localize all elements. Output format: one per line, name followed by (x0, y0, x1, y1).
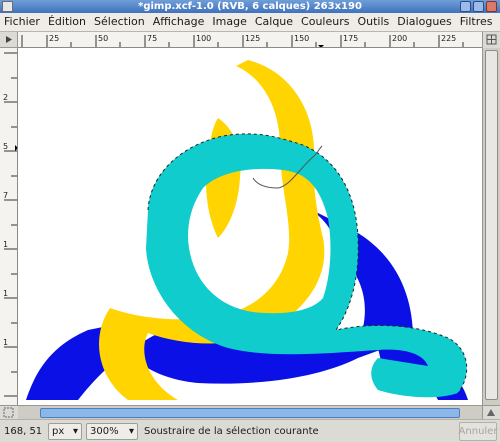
vruler-label-50: 5 (3, 142, 8, 151)
hruler-label-75: 75 (147, 34, 157, 43)
menu-image[interactable]: Image (208, 13, 250, 31)
pointer-coords: 168, 51 (4, 425, 43, 437)
status-bar: 168, 51 px ▾ 300% ▾ Soustraire de la sél… (0, 419, 500, 442)
dropdown-icon: ▾ (72, 425, 78, 437)
hruler-label-100: 100 (196, 34, 211, 43)
close-icon[interactable] (486, 1, 497, 12)
vertical-ruler[interactable]: 2 5 7 1 1 1 (0, 48, 18, 405)
horizontal-scrollbar[interactable] (18, 405, 482, 419)
horizontal-scroll-thumb[interactable] (40, 408, 460, 418)
hruler-label-50: 50 (98, 34, 108, 43)
horizontal-ruler[interactable]: 25 50 75 100 125 150 175 200 225 (18, 32, 482, 48)
vruler-label-125: 1 (3, 289, 8, 298)
cancel-button[interactable]: Annuler (459, 421, 497, 441)
quickmask-icon[interactable] (0, 405, 18, 419)
dropdown-icon: ▾ (128, 425, 134, 437)
hruler-label-225: 225 (441, 34, 456, 43)
image-canvas[interactable] (18, 48, 482, 405)
window-menu-icon[interactable] (2, 1, 13, 12)
vruler-label-150: 1 (3, 338, 8, 347)
vruler-label-25: 2 (3, 93, 8, 102)
unit-select[interactable]: px ▾ (48, 422, 82, 440)
title-bar: *gimp.xcf-1.0 (RVB, 6 calques) 263x190 (0, 0, 500, 13)
maximize-icon[interactable] (473, 1, 484, 12)
menu-calque[interactable]: Calque (251, 13, 297, 31)
menu-outils[interactable]: Outils (353, 13, 393, 31)
menu-affichage[interactable]: Affichage (149, 13, 209, 31)
hruler-label-125: 125 (245, 34, 260, 43)
hruler-label-200: 200 (392, 34, 407, 43)
menu-couleurs[interactable]: Couleurs (297, 13, 353, 31)
window-title: *gimp.xcf-1.0 (RVB, 6 calques) 263x190 (138, 1, 362, 12)
vertical-scroll-thumb[interactable] (485, 50, 498, 400)
zoom-select[interactable]: 300% ▾ (86, 422, 138, 440)
menu-edition[interactable]: Édition (44, 13, 90, 31)
hruler-label-150: 150 (294, 34, 309, 43)
zoom-nav-icon[interactable] (482, 405, 500, 419)
zoom-select-value: 300% (90, 425, 119, 437)
status-message: Soustraire de la sélection courante (144, 425, 319, 437)
menu-fichier[interactable]: Fichier (0, 13, 44, 31)
menu-filtres[interactable]: Filtres (456, 13, 497, 31)
vruler-label-100: 1 (3, 240, 8, 249)
hruler-label-175: 175 (343, 34, 358, 43)
ruler-menu-icon[interactable] (0, 32, 18, 48)
menu-bar: Fichier Édition Sélection Affichage Imag… (0, 13, 500, 32)
vertical-scrollbar[interactable] (482, 48, 500, 405)
unit-select-value: px (52, 425, 65, 437)
vruler-label-75: 7 (3, 191, 8, 200)
navigate-icon[interactable] (482, 32, 500, 48)
minimize-icon[interactable] (460, 1, 471, 12)
menu-selection[interactable]: Sélection (90, 13, 149, 31)
menu-dialogues[interactable]: Dialogues (393, 13, 456, 31)
hruler-label-25: 25 (49, 34, 59, 43)
